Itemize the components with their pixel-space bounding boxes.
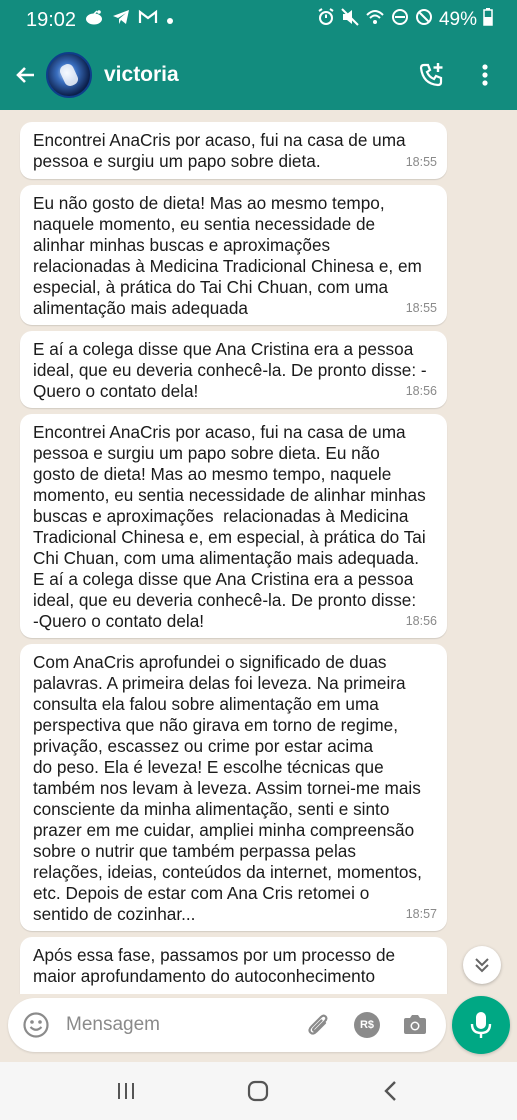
avatar[interactable] bbox=[46, 52, 92, 98]
message-text: E aí a colega disse que Ana Cristina era… bbox=[33, 339, 427, 401]
battery-level: 49% bbox=[438, 9, 477, 30]
message-time: 18:56 bbox=[405, 614, 437, 628]
message-bubble[interactable]: Encontrei AnaCris por acaso, fui na casa… bbox=[20, 122, 447, 179]
emoji-button[interactable] bbox=[14, 1003, 58, 1047]
arrow-left-icon bbox=[16, 67, 34, 83]
message-bubble[interactable]: Encontrei AnaCris por acaso, fui na casa… bbox=[20, 414, 447, 638]
dot-icon bbox=[166, 9, 174, 31]
payment-button[interactable]: R$ bbox=[350, 1008, 384, 1042]
attach-button[interactable] bbox=[302, 1008, 336, 1042]
message-text: Após essa fase, passamos por um processo… bbox=[33, 945, 396, 986]
mute-icon bbox=[341, 8, 359, 32]
message-bubble[interactable]: Após essa fase, passamos por um processo… bbox=[20, 937, 447, 994]
emoji-icon bbox=[23, 1012, 49, 1038]
alarm-icon bbox=[317, 8, 335, 32]
add-call-button[interactable] bbox=[413, 57, 449, 93]
battery-icon bbox=[483, 8, 493, 32]
status-time: 19:02 bbox=[26, 8, 77, 31]
message-bubble[interactable]: Eu não gosto de dieta! Mas ao mesmo temp… bbox=[20, 185, 447, 325]
message-text: Com AnaCris aprofundei o significado de … bbox=[33, 652, 422, 924]
microphone-icon bbox=[470, 1012, 492, 1038]
paperclip-icon bbox=[308, 1014, 328, 1035]
more-vertical-icon bbox=[482, 64, 488, 86]
recent-apps-button[interactable] bbox=[96, 1066, 156, 1116]
phone-plus-icon bbox=[419, 63, 443, 87]
camera-icon bbox=[404, 1015, 426, 1034]
message-text: Encontrei AnaCris por acaso, fui na casa… bbox=[33, 422, 426, 631]
scroll-to-bottom-button[interactable] bbox=[463, 946, 501, 984]
message-time: 18:57 bbox=[405, 907, 437, 921]
message-time: 18:55 bbox=[405, 155, 437, 169]
recents-icon bbox=[118, 1083, 135, 1099]
message-bubble[interactable]: Com AnaCris aprofundei o significado de … bbox=[20, 644, 447, 931]
message-text: Encontrei AnaCris por acaso, fui na casa… bbox=[33, 130, 406, 171]
camera-button[interactable] bbox=[398, 1008, 432, 1042]
back-button[interactable] bbox=[6, 55, 46, 95]
currency-icon: R$ bbox=[354, 1012, 380, 1038]
message-time: 18:56 bbox=[405, 384, 437, 398]
back-nav-button[interactable] bbox=[361, 1066, 421, 1116]
home-icon bbox=[248, 1080, 269, 1102]
top-bar: 19:02 49% victoria bbox=[0, 0, 517, 110]
message-input[interactable] bbox=[66, 1014, 286, 1036]
chat-app-bar: victoria bbox=[0, 44, 517, 106]
system-nav-bar bbox=[0, 1062, 517, 1120]
more-options-button[interactable] bbox=[467, 57, 503, 93]
wifi-call-icon bbox=[365, 8, 385, 32]
double-chevron-down-icon bbox=[475, 958, 489, 973]
blocked-icon bbox=[415, 8, 433, 32]
no-disturb-icon bbox=[391, 8, 409, 32]
gmail-icon bbox=[138, 9, 158, 31]
status-bar: 19:02 49% bbox=[0, 0, 517, 40]
voice-message-button[interactable] bbox=[452, 996, 510, 1054]
message-list[interactable]: Encontrei AnaCris por acaso, fui na casa… bbox=[0, 110, 517, 994]
message-text: Eu não gosto de dieta! Mas ao mesmo temp… bbox=[33, 193, 422, 318]
contact-name[interactable]: victoria bbox=[104, 63, 179, 87]
chevron-left-icon bbox=[384, 1081, 396, 1101]
message-composer: R$ bbox=[8, 998, 446, 1052]
message-time: 18:55 bbox=[405, 301, 437, 315]
reddit-icon bbox=[84, 9, 104, 31]
message-bubble[interactable]: E aí a colega disse que Ana Cristina era… bbox=[20, 331, 447, 408]
home-button[interactable] bbox=[228, 1066, 288, 1116]
telegram-icon bbox=[112, 9, 130, 31]
